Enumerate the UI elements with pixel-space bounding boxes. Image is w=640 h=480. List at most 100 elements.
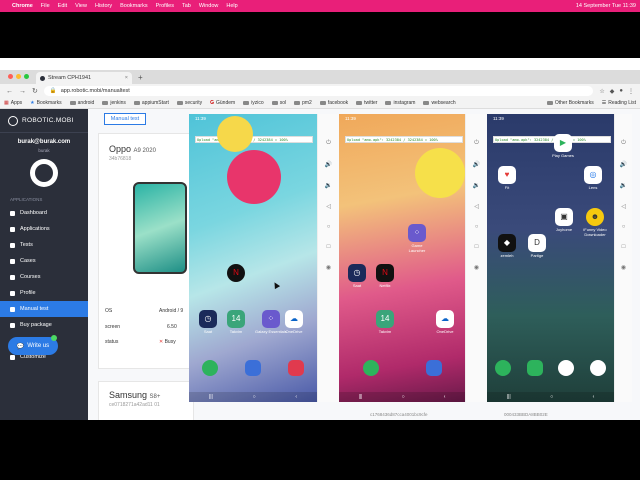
volume-up-icon[interactable]: 🔊 — [325, 161, 332, 168]
sidebar-item-buy-package[interactable]: Buy package — [0, 317, 88, 333]
close-window-button[interactable] — [8, 74, 13, 79]
menu-app-name[interactable]: Chrome — [12, 3, 33, 9]
avatar[interactable] — [30, 159, 58, 187]
home-icon[interactable]: ○ — [622, 224, 626, 230]
bookmark-folder[interactable]: iyzico — [243, 100, 264, 106]
onedrive-icon[interactable]: ☁ OneDrive — [435, 310, 455, 334]
messages-icon[interactable] — [244, 360, 261, 376]
sidebar-item-manual-test[interactable]: Manual test — [0, 301, 88, 317]
galaxy-essentials-icon[interactable]: ⁘ Galaxy Essentials — [255, 310, 287, 334]
extension-icon[interactable]: ◆ — [610, 88, 615, 95]
onedrive-icon[interactable]: ☁ OneDrive — [285, 310, 303, 334]
recents-icon[interactable]: □ — [622, 244, 626, 250]
menu-item-help[interactable]: Help — [226, 3, 237, 9]
lens-icon[interactable]: ◎ Lens — [583, 166, 603, 190]
menu-item-bookmarks[interactable]: Bookmarks — [120, 3, 148, 9]
recents-icon[interactable]: ||| — [359, 394, 363, 400]
back-nav-icon[interactable]: ‹ — [444, 394, 446, 400]
sidebar-item-cases[interactable]: Cases — [0, 253, 88, 269]
sidebar-item-dashboard[interactable]: Dashboard — [0, 205, 88, 221]
ifunny-icon[interactable]: ☻ iFunny Video Downloader — [583, 208, 607, 237]
back-nav-icon[interactable]: ‹ — [593, 394, 595, 400]
back-nav-icon[interactable]: ‹ — [295, 394, 297, 400]
bookmark-folder[interactable]: instagram — [385, 100, 415, 106]
menu-item-profiles[interactable]: Profiles — [156, 3, 174, 9]
camera-icon[interactable] — [590, 360, 607, 376]
menu-item-view[interactable]: View — [75, 3, 87, 9]
volume-down-icon[interactable]: 🔉 — [620, 182, 627, 189]
screenshot-icon[interactable]: ◉ — [621, 264, 626, 271]
menu-item-file[interactable]: File — [41, 3, 50, 9]
close-tab-icon[interactable]: × — [125, 75, 128, 81]
back-icon[interactable]: ◁ — [326, 203, 331, 210]
clock-app-icon[interactable]: ◷ Saat — [347, 264, 367, 288]
netflix-icon[interactable]: N Netflix — [375, 264, 395, 288]
messages-icon[interactable] — [526, 360, 543, 376]
sidebar-item-courses[interactable]: Courses — [0, 269, 88, 285]
fit-icon[interactable]: ♥ Fit — [497, 166, 517, 190]
bookmark-bookmarks[interactable]: ★ Bookmarks — [30, 100, 62, 106]
phone-app-icon[interactable] — [202, 360, 219, 376]
phone-stream-2[interactable]: 11:39 Upload "amo.apk": 3242384 / 324238… — [339, 114, 465, 402]
chrome-icon[interactable] — [558, 360, 575, 376]
bookmark-folder[interactable]: twitter — [356, 100, 377, 106]
game-launcher-icon[interactable]: ⁘ Game Launcher — [405, 224, 429, 253]
bookmark-folder[interactable]: sol — [271, 100, 286, 106]
write-us-button[interactable]: 💬 Write us — [8, 335, 58, 355]
sidebar-item-profile[interactable]: Profile — [0, 285, 88, 301]
recents-icon[interactable]: ||| — [209, 394, 213, 400]
minimize-window-button[interactable] — [16, 74, 21, 79]
recents-icon[interactable]: □ — [475, 244, 479, 250]
forward-icon[interactable]: → — [19, 88, 26, 95]
device-card-samsung[interactable]: Samsung S8+ ce0718271a42ad11 01 — [98, 381, 194, 420]
home-icon[interactable]: ○ — [253, 394, 256, 400]
menu-item-window[interactable]: Window — [199, 3, 219, 9]
bookmark-folder[interactable]: security — [176, 100, 202, 106]
sidebar-item-tests[interactable]: Tests — [0, 237, 88, 253]
messages-icon[interactable] — [425, 360, 442, 376]
menu-dots-icon[interactable]: ⋮ — [628, 88, 634, 95]
device-card-oppo[interactable]: Oppo A9 2020 34b76818 OS Android / 9 scr… — [98, 133, 194, 369]
bookmark-folder[interactable]: jenkins — [102, 100, 126, 106]
address-bar[interactable]: 🔒 app.robotic.mobi/manualtest — [43, 86, 594, 96]
screenshot-icon[interactable]: ◉ — [474, 264, 479, 271]
home-icon[interactable]: ○ — [475, 224, 479, 230]
power-icon[interactable]: ⏻ — [326, 140, 331, 147]
bookmark-folder[interactable]: android — [69, 100, 94, 106]
back-icon[interactable]: ◁ — [621, 203, 626, 210]
new-tab-button[interactable]: + — [138, 73, 143, 82]
menu-item-tab[interactable]: Tab — [182, 3, 191, 9]
zemleh-icon[interactable]: ◆ zemleh — [497, 234, 517, 258]
menu-item-edit[interactable]: Edit — [58, 3, 67, 9]
volume-down-icon[interactable]: 🔉 — [325, 182, 332, 189]
home-icon[interactable]: ○ — [550, 394, 553, 400]
bookmark-gundem[interactable]: G Gündem — [210, 100, 235, 106]
bookmark-folder[interactable]: appiumStart — [133, 100, 169, 106]
back-icon[interactable]: ← — [6, 88, 13, 95]
joyhome-icon[interactable]: ▣ Joyhome — [553, 208, 575, 232]
manual-test-label[interactable]: Manual test — [104, 113, 146, 125]
phone-app-icon[interactable] — [494, 360, 511, 376]
phone-stream-3[interactable]: 11:39 Upload "amo.apk": 3242384 / 324238… — [487, 114, 614, 402]
reading-list[interactable]: ☰ Reading List — [602, 100, 636, 106]
bookmark-folder[interactable]: pm2 — [294, 100, 312, 106]
back-icon[interactable]: ◁ — [474, 203, 479, 210]
menu-item-history[interactable]: History — [95, 3, 112, 9]
sidebar-item-applications[interactable]: Applications — [0, 221, 88, 237]
other-bookmarks[interactable]: Other Bookmarks — [546, 100, 594, 106]
calendar-app-icon[interactable]: 14 Takvim — [375, 310, 395, 334]
brand[interactable]: ROBOTIC.MOBI — [0, 109, 88, 133]
phone-app-icon[interactable] — [362, 360, 379, 376]
netflix-icon[interactable]: N — [227, 264, 245, 283]
reload-icon[interactable]: ↻ — [32, 87, 38, 95]
bookmark-folder[interactable]: facebook — [319, 100, 348, 106]
calendar-app-icon[interactable]: 14 Takvim — [227, 310, 245, 334]
phone-stream-1[interactable]: 11:39 Upload "amo.apk": 3242384 / 324238… — [189, 114, 317, 402]
recents-icon[interactable]: ||| — [507, 394, 511, 400]
url-text[interactable]: app.robotic.mobi/manualtest — [61, 88, 130, 94]
bookmark-apps[interactable]: ▦ Apps — [4, 100, 22, 106]
star-icon[interactable]: ☆ — [599, 88, 604, 95]
browser-tab[interactable]: Stream CPH1941 × — [36, 72, 132, 84]
camera-icon[interactable] — [287, 360, 304, 376]
partige-icon[interactable]: D Partige — [527, 234, 547, 258]
